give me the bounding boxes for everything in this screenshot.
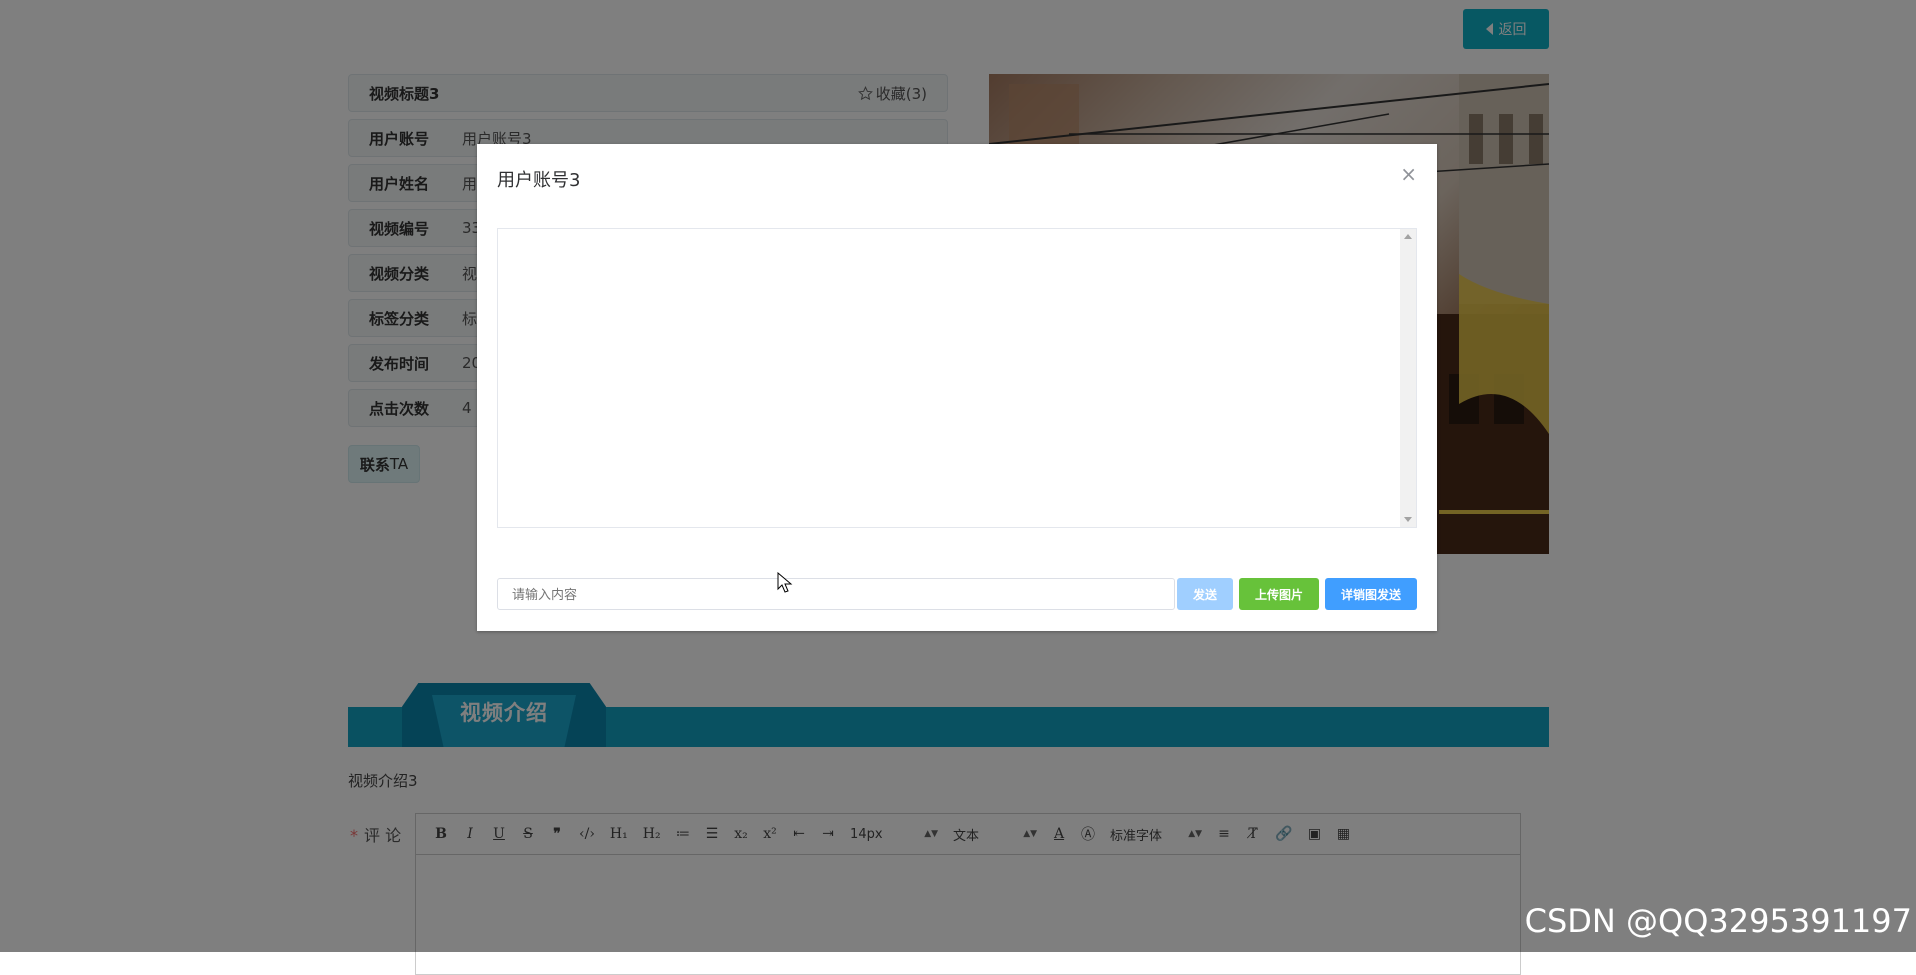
scroll-down-icon[interactable] <box>1404 517 1412 522</box>
send-button[interactable]: 发送 <box>1177 578 1233 610</box>
scroll-up-icon[interactable] <box>1404 234 1412 239</box>
page: 返回 视频标题3 收藏(3) 用户账号 用户账号3 用户姓名 用 视频编号 33… <box>0 0 1916 975</box>
dialog-title: 用户账号3 <box>497 170 581 191</box>
close-icon[interactable]: × <box>1400 162 1417 186</box>
chat-scrollbar[interactable] <box>1400 229 1416 527</box>
upload-image-button[interactable]: 上传图片 <box>1239 578 1319 610</box>
detail-image-send-button[interactable]: 详销图发送 <box>1325 578 1417 610</box>
mouse-cursor-icon <box>777 572 793 593</box>
chat-dialog: 用户账号3 × 发送 上传图片 详销图发送 <box>477 144 1437 631</box>
message-input[interactable] <box>497 578 1175 610</box>
watermark: CSDN @QQ3295391197 <box>1524 902 1912 940</box>
chat-messages-area[interactable] <box>497 228 1417 528</box>
